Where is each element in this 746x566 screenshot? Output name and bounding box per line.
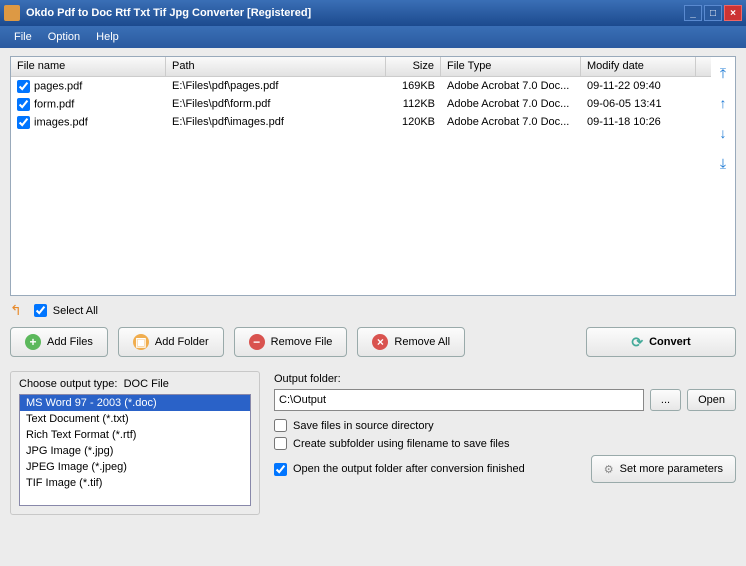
- output-type-current: DOC File: [124, 378, 169, 390]
- col-path[interactable]: Path: [166, 57, 386, 76]
- convert-label: Convert: [649, 336, 691, 348]
- save-in-source-checkbox[interactable]: [274, 419, 287, 432]
- select-all-checkbox[interactable]: [34, 304, 47, 317]
- remove-file-label: Remove File: [271, 336, 333, 348]
- file-name: pages.pdf: [34, 80, 82, 92]
- output-type-item[interactable]: TIF Image (*.tif): [20, 475, 250, 491]
- file-type: Adobe Acrobat 7.0 Doc...: [441, 80, 581, 92]
- file-checkbox[interactable]: [17, 98, 30, 111]
- output-type-item[interactable]: JPG Image (*.jpg): [20, 443, 250, 459]
- maximize-button[interactable]: □: [704, 5, 722, 21]
- menu-help[interactable]: Help: [88, 29, 127, 45]
- add-files-button[interactable]: + Add Files: [10, 327, 108, 357]
- output-type-item[interactable]: JPEG Image (*.jpeg): [20, 459, 250, 475]
- col-filename[interactable]: File name: [11, 57, 166, 76]
- convert-button[interactable]: ⟳ Convert: [586, 327, 736, 357]
- file-list-panel: File name Path Size File Type Modify dat…: [10, 56, 736, 296]
- output-type-item[interactable]: Text Document (*.txt): [20, 411, 250, 427]
- title-bar: Okdo Pdf to Doc Rtf Txt Tif Jpg Converte…: [0, 0, 746, 26]
- close-button[interactable]: ×: [724, 5, 742, 21]
- output-type-panel: Choose output type: DOC File MS Word 97 …: [10, 371, 260, 515]
- minus-icon: −: [249, 334, 265, 350]
- col-size[interactable]: Size: [386, 57, 441, 76]
- output-type-list[interactable]: MS Word 97 - 2003 (*.doc)Text Document (…: [19, 394, 251, 506]
- create-subfolder-label: Create subfolder using filename to save …: [293, 438, 509, 450]
- gear-icon: ⚙: [604, 463, 614, 476]
- move-down-button[interactable]: ↓: [714, 123, 732, 143]
- file-type: Adobe Acrobat 7.0 Doc...: [441, 98, 581, 110]
- open-after-label: Open the output folder after conversion …: [293, 463, 525, 475]
- menu-option[interactable]: Option: [40, 29, 88, 45]
- remove-file-button[interactable]: − Remove File: [234, 327, 348, 357]
- folder-icon: ▣: [133, 334, 149, 350]
- plus-icon: +: [25, 334, 41, 350]
- file-checkbox[interactable]: [17, 80, 30, 93]
- window-title: Okdo Pdf to Doc Rtf Txt Tif Jpg Converte…: [26, 7, 682, 19]
- file-name: images.pdf: [34, 116, 88, 128]
- move-bottom-button[interactable]: ⤓: [714, 153, 732, 173]
- remove-all-icon: ×: [372, 334, 388, 350]
- reorder-buttons: ⤒ ↑ ↓ ⤓: [711, 57, 735, 295]
- file-path: E:\Files\pdf\form.pdf: [166, 98, 386, 110]
- add-folder-label: Add Folder: [155, 336, 209, 348]
- file-path: E:\Files\pdf\images.pdf: [166, 116, 386, 128]
- select-all-label: Select All: [53, 305, 98, 317]
- open-after-checkbox[interactable]: [274, 463, 287, 476]
- col-modifydate[interactable]: Modify date: [581, 57, 696, 76]
- more-params-label: Set more parameters: [620, 463, 723, 475]
- output-type-item[interactable]: MS Word 97 - 2003 (*.doc): [20, 395, 250, 411]
- output-type-label: Choose output type:: [19, 378, 117, 390]
- app-icon: [4, 5, 20, 21]
- move-up-button[interactable]: ↑: [714, 93, 732, 113]
- output-type-item[interactable]: Rich Text Format (*.rtf): [20, 427, 250, 443]
- menu-bar: File Option Help: [0, 26, 746, 48]
- output-folder-label: Output folder:: [274, 373, 736, 385]
- table-row[interactable]: form.pdf E:\Files\pdf\form.pdf112KBAdobe …: [11, 95, 711, 113]
- create-subfolder-checkbox[interactable]: [274, 437, 287, 450]
- move-top-button[interactable]: ⤒: [714, 63, 732, 83]
- table-row[interactable]: images.pdf E:\Files\pdf\images.pdf120KBAd…: [11, 113, 711, 131]
- file-list-header: File name Path Size File Type Modify dat…: [11, 57, 711, 77]
- minimize-button[interactable]: _: [684, 5, 702, 21]
- file-date: 09-11-18 10:26: [581, 116, 696, 128]
- remove-all-button[interactable]: × Remove All: [357, 327, 465, 357]
- file-name: form.pdf: [34, 98, 74, 110]
- file-size: 169KB: [386, 80, 441, 92]
- file-size: 112KB: [386, 98, 441, 110]
- remove-all-label: Remove All: [394, 336, 450, 348]
- menu-file[interactable]: File: [6, 29, 40, 45]
- add-files-label: Add Files: [47, 336, 93, 348]
- file-list-body[interactable]: pages.pdfE:\Files\pdf\pages.pdf169KBAdob…: [11, 77, 711, 295]
- file-type: Adobe Acrobat 7.0 Doc...: [441, 116, 581, 128]
- browse-button[interactable]: ...: [650, 389, 681, 411]
- open-folder-button[interactable]: Open: [687, 389, 736, 411]
- set-more-parameters-button[interactable]: ⚙ Set more parameters: [591, 455, 736, 483]
- save-in-source-label: Save files in source directory: [293, 420, 434, 432]
- file-path: E:\Files\pdf\pages.pdf: [166, 80, 386, 92]
- convert-icon: ⟳: [631, 334, 643, 351]
- col-filetype[interactable]: File Type: [441, 57, 581, 76]
- output-folder-panel: Output folder: ... Open Save files in so…: [274, 371, 736, 515]
- up-folder-icon[interactable]: ↰: [10, 302, 22, 319]
- file-checkbox[interactable]: [17, 116, 30, 129]
- output-folder-input[interactable]: [274, 389, 644, 411]
- add-folder-button[interactable]: ▣ Add Folder: [118, 327, 224, 357]
- file-size: 120KB: [386, 116, 441, 128]
- file-date: 09-06-05 13:41: [581, 98, 696, 110]
- file-date: 09-11-22 09:40: [581, 80, 696, 92]
- table-row[interactable]: pages.pdf E:\Files\pdf\pages.pdf169KBAdob…: [11, 77, 711, 95]
